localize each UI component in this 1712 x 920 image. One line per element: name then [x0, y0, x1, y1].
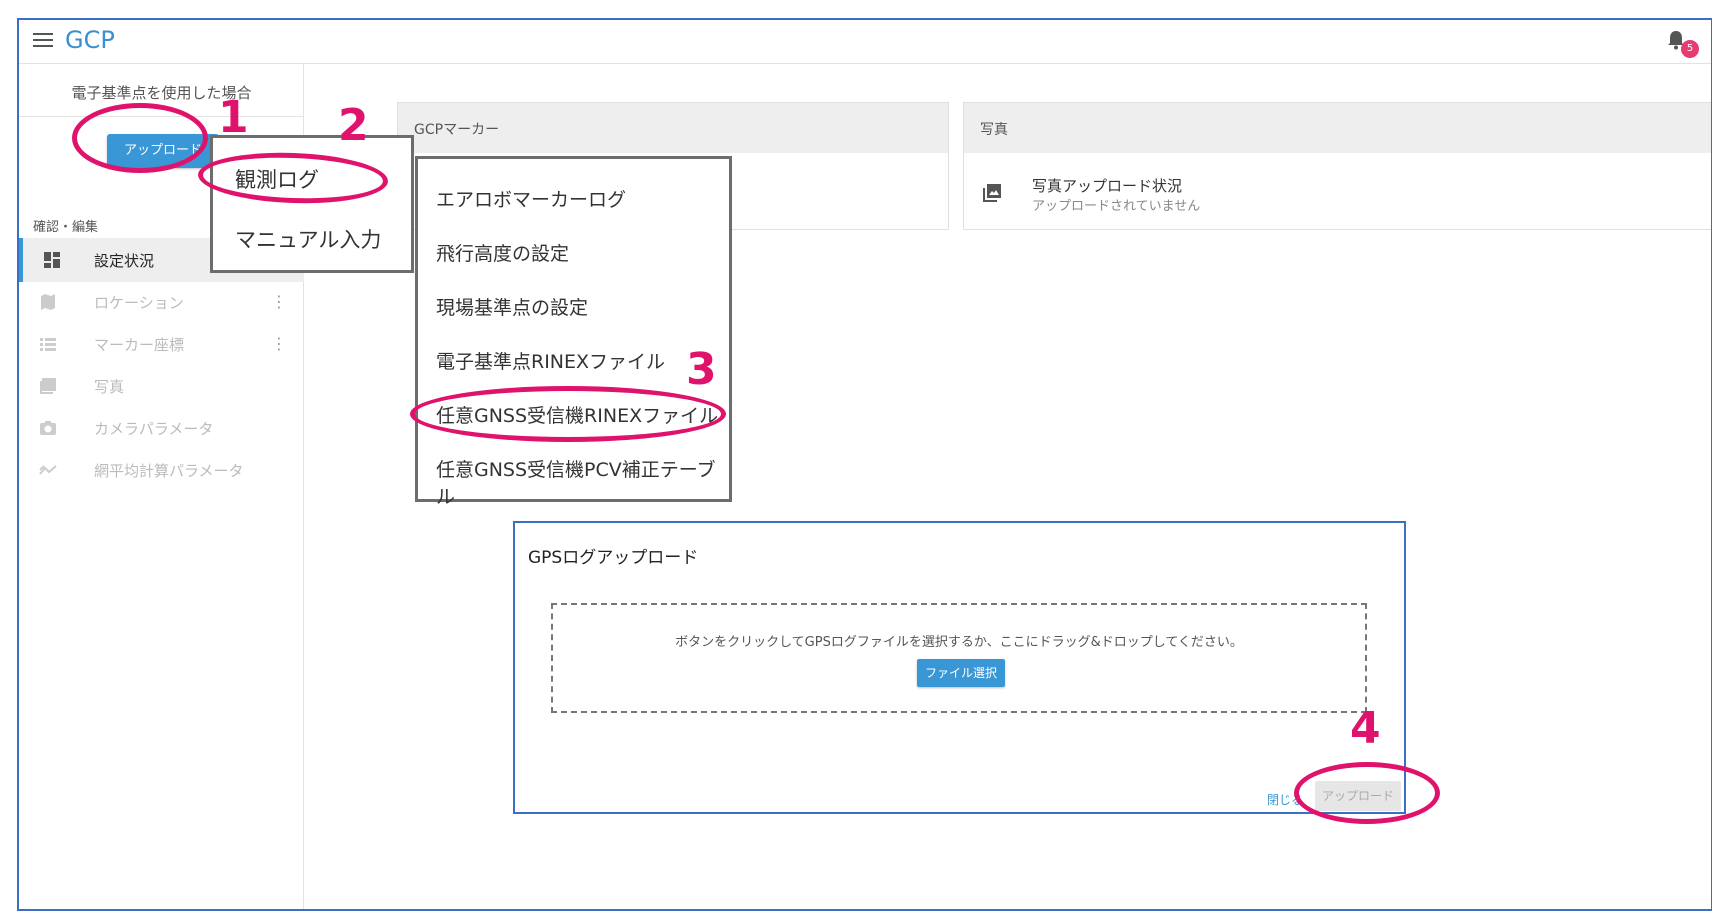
gps-log-upload-dialog: GPSログアップロード ボタンをクリックしてGPSログファイルを選択するか、ここ… [513, 521, 1406, 814]
menu-item-manual-input[interactable]: マニュアル入力 [235, 224, 381, 254]
more-vert-icon[interactable]: ⋮ [271, 336, 287, 352]
trending-icon [39, 465, 57, 475]
sidebar-item-label: ロケーション [94, 293, 184, 312]
annotation-number-2: 2 [338, 100, 369, 151]
sidebar-section-label: 確認・編集 [33, 220, 99, 235]
sidebar-item-label: カメラパラメータ [94, 419, 214, 438]
menu-item-site-reference-point[interactable]: 現場基準点の設定 [436, 293, 588, 320]
hamburger-icon[interactable] [33, 33, 53, 49]
annotation-number-4: 4 [1350, 703, 1381, 754]
card-title: GCPマーカー [398, 103, 948, 153]
sidebar-item-photo[interactable]: 写真 [19, 364, 304, 408]
app-header: GCP 5 [19, 20, 1711, 64]
dialog-title: GPSログアップロード [528, 548, 699, 568]
photo-card: 写真 写真アップロード状況 アップロードされていません [963, 102, 1711, 230]
menu-item-any-gnss-pcv-table[interactable]: 任意GNSS受信機PCV補正テーブル [436, 455, 729, 509]
sidebar-title: 電子基準点を使用した場合 [71, 84, 252, 102]
photo-library-icon [983, 184, 1001, 202]
file-drop-zone[interactable]: ボタンをクリックしてGPSログファイルを選択するか、ここにドラッグ&ドロップして… [551, 603, 1367, 713]
drop-zone-instructions: ボタンをクリックしてGPSログファイルを選択するか、ここにドラッグ&ドロップして… [675, 635, 1243, 650]
photo-upload-status-text: アップロードされていません [1032, 199, 1201, 214]
card-title: 写真 [964, 103, 1711, 153]
photo-upload-status-title: 写真アップロード状況 [1032, 177, 1183, 195]
dashboard-icon [44, 252, 60, 268]
sidebar-item-label: マーカー座標 [94, 335, 185, 354]
annotation-ring-3 [410, 386, 726, 442]
annotation-ring-4 [1294, 762, 1440, 824]
app-title: GCP [65, 26, 115, 54]
observation-log-menu: エアロボマーカーログ 飛行高度の設定 現場基準点の設定 電子基準点RINEXファ… [415, 156, 732, 508]
menu-item-gnss-station-rinex[interactable]: 電子基準点RINEXファイル [436, 347, 665, 374]
sidebar-item-label: 設定状況 [94, 251, 155, 270]
photo-icon [40, 378, 56, 394]
list-icon [40, 338, 56, 351]
more-vert-icon[interactable]: ⋮ [271, 294, 287, 310]
sidebar-item-marker-coords[interactable]: マーカー座標 ⋮ [19, 322, 304, 366]
annotation-ring-1 [72, 103, 208, 173]
sidebar-item-location[interactable]: ロケーション ⋮ [19, 280, 304, 324]
sidebar-item-label: 写真 [94, 377, 125, 396]
menu-item-flight-altitude[interactable]: 飛行高度の設定 [436, 239, 569, 266]
sidebar-item-label: 網平均計算パラメータ [94, 461, 244, 480]
annotation-number-3: 3 [686, 344, 717, 395]
notification-badge: 5 [1681, 40, 1699, 58]
annotation-number-1: 1 [218, 92, 249, 143]
notifications-button[interactable]: 5 [1667, 28, 1699, 62]
sidebar-item-network-params[interactable]: 網平均計算パラメータ [19, 448, 304, 492]
map-icon [41, 294, 55, 310]
sidebar-item-camera-params[interactable]: カメラパラメータ [19, 406, 304, 450]
menu-item-aerobo-marker-log[interactable]: エアロボマーカーログ [436, 185, 626, 212]
file-select-button[interactable]: ファイル選択 [917, 659, 1005, 687]
camera-icon [40, 421, 56, 435]
